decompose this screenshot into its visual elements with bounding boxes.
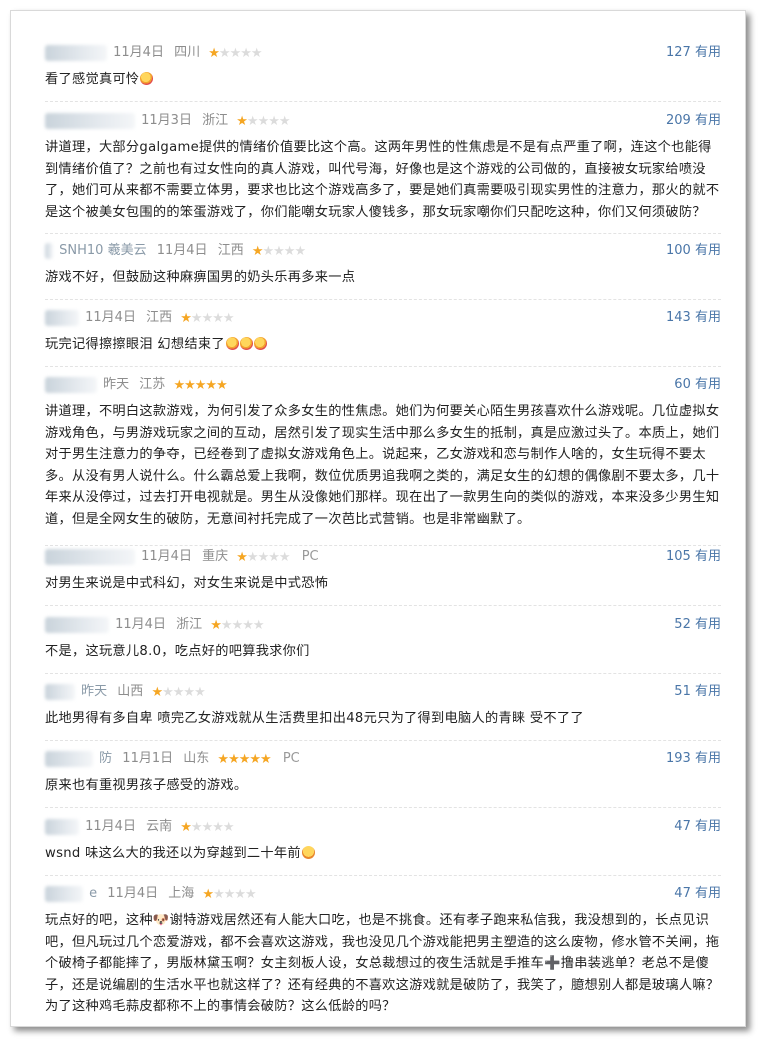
useful-count[interactable]: 209 有用 <box>666 111 721 131</box>
review-text: 游戏不好，但鼓励这种麻痹国男的奶头乐再多来一点 <box>45 270 356 285</box>
rating-stars: ★★★★★ <box>208 46 262 61</box>
review-item: 11月4日 浙江 ★★★★★ 52 有用 不是，这玩意儿8.0，吃点好的吧算我求… <box>45 615 721 674</box>
review-date: 昨天 <box>81 684 108 699</box>
useful-count[interactable]: 51 有用 <box>674 682 721 702</box>
review-date: 11月4日 <box>107 886 159 901</box>
username-blurred[interactable] <box>45 376 97 393</box>
rating-stars: ★★★★★ <box>180 820 234 835</box>
review-text: 原来也有重视男孩子感受的游戏。 <box>45 778 248 793</box>
useful-count[interactable]: 127 有用 <box>666 43 721 63</box>
review-date: 11月3日 <box>141 113 192 128</box>
review-meta: 11月4日 江西 ★★★★★ 143 有用 <box>45 308 721 328</box>
review-text: 看了感觉真可怜 <box>45 69 721 91</box>
review-list-panel: 11月4日 四川 ★★★★★ 127 有用 看了感觉真可怜 11月3日 浙江 ★… <box>10 10 746 1027</box>
review-location: 浙江 <box>176 617 203 632</box>
username-visible-part[interactable]: e <box>89 886 97 901</box>
useful-count[interactable]: 47 有用 <box>674 884 721 904</box>
review-item: 11月4日 云南 ★★★★★ 47 有用 wsnd 味这么大的我还以为穿越到二十… <box>45 817 721 876</box>
review-text: 玩完记得擦擦眼泪 幻想结束了 <box>45 334 721 356</box>
useful-count[interactable]: 105 有用 <box>666 547 721 567</box>
username-blurred[interactable] <box>45 683 75 700</box>
review-meta: SNH10 羲美云 11月4日 江西 ★★★★★ 100 有用 <box>45 241 721 261</box>
rating-stars: ★★★★★ <box>202 887 256 902</box>
review-meta: 11月4日 重庆 ★★★★★ PC 105 有用 <box>45 547 721 567</box>
useful-count[interactable]: 60 有用 <box>674 375 721 395</box>
review-date: 11月4日 <box>85 310 136 325</box>
review-item: 11月3日 浙江 ★★★★★ 209 有用 讲道理，大部分galgame提供的情… <box>45 111 721 234</box>
review-text: 讲道理，不明白这款游戏，为何引发了众多女生的性焦虑。她们为何要关心陌生男孩喜欢什… <box>45 404 720 527</box>
review-location: 江西 <box>146 310 173 325</box>
username-blurred[interactable] <box>45 750 93 767</box>
review-location: 上海 <box>168 886 195 901</box>
review-location: 浙江 <box>202 113 229 128</box>
review-text: wsnd 味这么大的我还以为穿越到二十年前 <box>45 843 721 865</box>
review-date: 11月4日 <box>141 549 192 564</box>
review-location: 江苏 <box>139 377 166 392</box>
username-blurred[interactable] <box>45 242 53 259</box>
review-location: 山东 <box>183 751 210 766</box>
username-blurred[interactable] <box>45 818 79 835</box>
username-visible-part[interactable]: 防 <box>99 751 112 766</box>
grinning-emoji-icon <box>301 846 315 859</box>
review-date: 11月4日 <box>113 45 164 60</box>
username-blurred[interactable] <box>45 44 107 61</box>
useful-count[interactable]: 193 有用 <box>666 749 721 769</box>
review-date: 昨天 <box>103 377 130 392</box>
review-location: 山西 <box>117 684 144 699</box>
useful-count[interactable]: 143 有用 <box>666 308 721 328</box>
review-date: 11月4日 <box>85 819 136 834</box>
useful-count[interactable]: 47 有用 <box>674 817 721 837</box>
username-blurred[interactable] <box>45 309 79 326</box>
username-blurred[interactable] <box>45 616 109 633</box>
laughing-emoji-icon <box>253 337 267 350</box>
rating-stars: ★★★★★ <box>217 752 271 767</box>
useful-count[interactable]: 100 有用 <box>666 241 721 261</box>
rating-stars: ★★★★★ <box>173 378 227 393</box>
platform-tag: PC <box>282 751 300 766</box>
review-item: 11月4日 江西 ★★★★★ 143 有用 玩完记得擦擦眼泪 幻想结束了 <box>45 308 721 367</box>
review-location: 云南 <box>146 819 173 834</box>
review-date: 11月4日 <box>115 617 166 632</box>
review-item: 11月4日 重庆 ★★★★★ PC 105 有用 对男生来说是中式科幻，对女生来… <box>45 547 721 606</box>
laughing-emoji-icon <box>140 72 154 85</box>
useful-count[interactable]: 52 有用 <box>674 615 721 635</box>
review-meta: 昨天 山西 ★★★★★ 51 有用 <box>45 682 721 702</box>
review-meta: 11月4日 浙江 ★★★★★ 52 有用 <box>45 615 721 635</box>
username-blurred[interactable] <box>45 112 135 129</box>
review-item: 昨天 山西 ★★★★★ 51 有用 此地男得有多自卑 喷完乙女游戏就从生活费里扣… <box>45 682 721 741</box>
rating-stars: ★★★★★ <box>180 311 234 326</box>
rating-stars: ★★★★★ <box>151 685 205 700</box>
platform-tag: PC <box>301 549 319 564</box>
username-blurred[interactable] <box>45 548 135 565</box>
rating-stars: ★★★★★ <box>236 114 290 129</box>
laughing-emoji-icon <box>239 337 253 350</box>
rating-stars: ★★★★★ <box>210 618 264 633</box>
rating-stars: ★★★★★ <box>251 244 306 259</box>
review-meta: 11月4日 四川 ★★★★★ 127 有用 <box>45 43 721 63</box>
review-meta: 防 11月1日 山东 ★★★★★ PC 193 有用 <box>45 749 721 769</box>
review-item: 昨天 江苏 ★★★★★ 60 有用 讲道理，不明白这款游戏，为何引发了众多女生的… <box>45 375 721 546</box>
review-text: 对男生来说是中式科幻，对女生来说是中式恐怖 <box>45 576 329 591</box>
review-meta: e 11月4日 上海 ★★★★★ 47 有用 <box>45 884 721 904</box>
review-item: 11月4日 四川 ★★★★★ 127 有用 看了感觉真可怜 <box>45 43 721 102</box>
rating-stars: ★★★★★ <box>236 550 290 565</box>
review-item: 防 11月1日 山东 ★★★★★ PC 193 有用 原来也有重视男孩子感受的游… <box>45 749 721 808</box>
laughing-emoji-icon <box>225 337 239 350</box>
review-meta: 昨天 江苏 ★★★★★ 60 有用 <box>45 375 721 395</box>
review-date: 11月1日 <box>122 751 174 766</box>
review-text: 玩点好的吧，这种🐶谢特游戏居然还有人能大口吃，也是不挑食。还有孝子跑来私信我，我… <box>45 913 720 1014</box>
review-item: SNH10 羲美云 11月4日 江西 ★★★★★ 100 有用 游戏不好，但鼓励… <box>45 241 721 300</box>
review-location: 四川 <box>174 45 201 60</box>
review-location: 江西 <box>217 243 244 258</box>
username-visible-part[interactable]: SNH10 羲美云 <box>59 243 146 258</box>
review-meta: 11月3日 浙江 ★★★★★ 209 有用 <box>45 111 721 131</box>
review-text: 此地男得有多自卑 喷完乙女游戏就从生活费里扣出48元只为了得到电脑人的青睐 受不… <box>45 711 584 726</box>
review-text: 不是，这玩意儿8.0，吃点好的吧算我求你们 <box>45 644 310 659</box>
review-location: 重庆 <box>202 549 229 564</box>
review-date: 11月4日 <box>156 243 208 258</box>
review-text: 讲道理，大部分galgame提供的情绪价值要比这个高。这两年男性的性焦虑是不是有… <box>45 140 720 220</box>
review-item: e 11月4日 上海 ★★★★★ 47 有用 玩点好的吧，这种🐶谢特游戏居然还有… <box>45 884 721 1024</box>
review-meta: 11月4日 云南 ★★★★★ 47 有用 <box>45 817 721 837</box>
username-blurred[interactable] <box>45 885 83 902</box>
